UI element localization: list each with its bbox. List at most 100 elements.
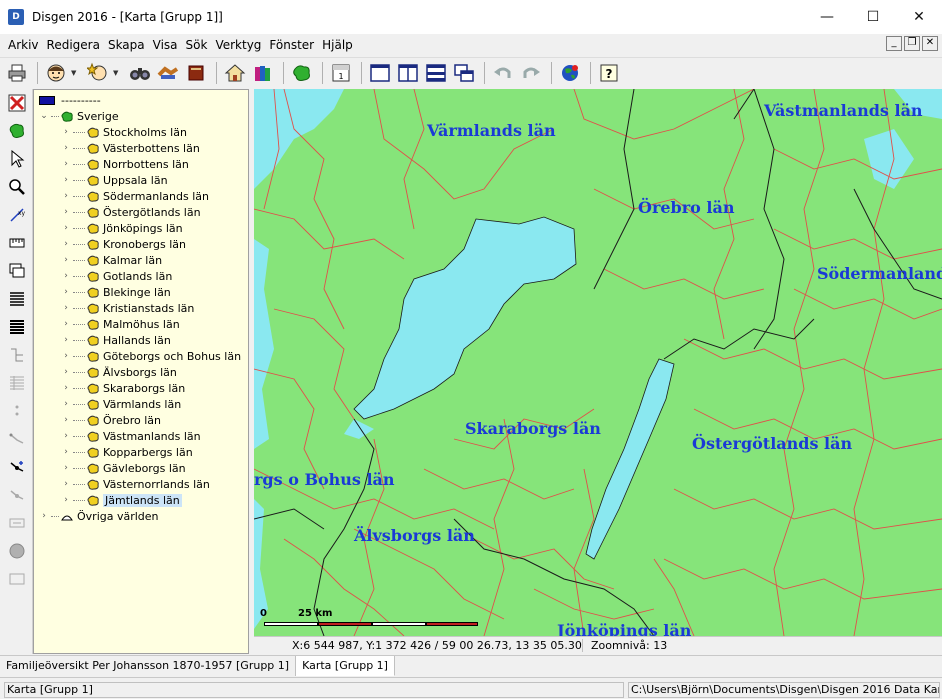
dots-icon[interactable] — [0, 397, 33, 425]
tree-item-lan[interactable]: › Älvsborgs län — [61, 364, 177, 380]
close-button[interactable]: ✕ — [896, 0, 942, 34]
mdi-restore-button[interactable]: ❐ — [904, 36, 920, 51]
tree-structure-icon[interactable] — [0, 341, 33, 369]
person-star-dropdown-icon[interactable]: ▼ — [113, 69, 123, 77]
expand-chevron-icon[interactable]: › — [61, 223, 71, 233]
zoom-icon[interactable] — [0, 173, 33, 201]
expand-chevron-icon[interactable]: › — [61, 191, 71, 201]
tree-item-lan[interactable]: › Jönköpings län — [61, 220, 182, 236]
books-icon[interactable] — [250, 60, 276, 86]
mdi-minimize-button[interactable]: _ — [886, 36, 902, 51]
split-horizontal-icon[interactable] — [423, 60, 449, 86]
expand-chevron-icon[interactable]: › — [61, 335, 71, 345]
tree-item-lan[interactable]: › Uppsala län — [61, 172, 167, 188]
single-window-icon[interactable] — [367, 60, 393, 86]
menu-visa[interactable]: Visa — [149, 38, 182, 52]
collapse-chevron-icon[interactable]: ⌄ — [39, 111, 49, 121]
disgen-app-icon[interactable]: D — [8, 9, 24, 25]
expand-chevron-icon[interactable]: › — [39, 511, 49, 521]
expand-chevron-icon[interactable]: › — [61, 175, 71, 185]
tree-item-lan[interactable]: › Skaraborgs län — [61, 380, 185, 396]
menu-skapa[interactable]: Skapa — [104, 38, 149, 52]
undo-icon[interactable] — [490, 60, 516, 86]
tree-item-lan[interactable]: › Norrbottens län — [61, 156, 189, 172]
tree-item-lan[interactable]: › Gävleborgs län — [61, 460, 185, 476]
help-icon[interactable]: ? — [596, 60, 622, 86]
circle-tool-icon[interactable] — [0, 537, 33, 565]
tree-item-lan[interactable]: › Hallands län — [61, 332, 171, 348]
person-dropdown-icon[interactable]: ▼ — [71, 69, 81, 77]
tree-root[interactable]: ---------- — [39, 94, 101, 107]
expand-chevron-icon[interactable]: › — [61, 351, 71, 361]
calendar-icon[interactable]: 1 — [328, 60, 354, 86]
close-map-icon[interactable] — [0, 89, 33, 117]
home-icon[interactable] — [222, 60, 248, 86]
print-icon[interactable] — [4, 60, 30, 86]
coordinate-icon[interactable]: xy — [0, 201, 33, 229]
expand-chevron-icon[interactable]: › — [61, 399, 71, 409]
menu-sok[interactable]: Sök — [182, 38, 212, 52]
connect-points-icon[interactable] — [0, 425, 33, 453]
expand-chevron-icon[interactable]: › — [61, 127, 71, 137]
map-icon[interactable] — [289, 60, 315, 86]
cascade-windows-icon[interactable] — [451, 60, 477, 86]
tree-item-lan[interactable]: › Blekinge län — [61, 284, 171, 300]
map-layer-icon[interactable] — [0, 117, 33, 145]
list-icon[interactable] — [0, 285, 33, 313]
tree-item-lan[interactable]: › Stockholms län — [61, 124, 187, 140]
expand-chevron-icon[interactable]: › — [61, 303, 71, 313]
tree-item-ovriga-varlden[interactable]: › Övriga världen — [39, 508, 158, 524]
mdi-close-button[interactable]: ✕ — [922, 36, 938, 51]
menu-verktyg[interactable]: Verktyg — [211, 38, 265, 52]
expand-chevron-icon[interactable]: › — [61, 415, 71, 425]
expand-chevron-icon[interactable]: › — [61, 159, 71, 169]
expand-chevron-icon[interactable]: › — [61, 479, 71, 489]
expand-chevron-icon[interactable]: › — [61, 495, 71, 505]
grid-list-icon[interactable] — [0, 369, 33, 397]
tab-familjeoversikt[interactable]: Familjeöversikt Per Johansson 1870-1957 … — [0, 656, 297, 676]
expand-chevron-icon[interactable]: › — [61, 367, 71, 377]
layers-icon[interactable] — [0, 257, 33, 285]
tree-item-lan[interactable]: › Göteborgs och Bohus län — [61, 348, 241, 364]
expand-chevron-icon[interactable]: › — [61, 207, 71, 217]
maximize-button[interactable]: ☐ — [850, 0, 896, 34]
tree-item-lan[interactable]: › Värmlands län — [61, 396, 181, 412]
ruler-icon[interactable] — [0, 229, 33, 257]
person-icon[interactable] — [43, 60, 69, 86]
person-star-icon[interactable] — [85, 60, 111, 86]
binoculars-icon[interactable] — [127, 60, 153, 86]
expand-chevron-icon[interactable]: › — [61, 431, 71, 441]
menu-arkiv[interactable]: Arkiv — [0, 38, 43, 52]
tree-item-lan[interactable]: › Örebro län — [61, 412, 161, 428]
tree-item-lan[interactable]: › Kronobergs län — [61, 236, 186, 252]
expand-chevron-icon[interactable]: › — [61, 143, 71, 153]
tree-item-lan[interactable]: › Östergötlands län — [61, 204, 200, 220]
expand-chevron-icon[interactable]: › — [61, 239, 71, 249]
measure-distance-icon[interactable] — [0, 509, 33, 537]
tree-item-lan[interactable]: › Västmanlands län — [61, 428, 200, 444]
redo-icon[interactable] — [518, 60, 544, 86]
tree-item-lan[interactable]: › Malmöhus län — [61, 316, 180, 332]
tree-item-lan[interactable]: › Västerbottens län — [61, 140, 200, 156]
tree-item-lan[interactable]: › Gotlands län — [61, 268, 172, 284]
tree-item-sverige[interactable]: ⌄ Sverige — [39, 108, 118, 124]
handshake-icon[interactable] — [155, 60, 181, 86]
menu-hjalp[interactable]: Hjälp — [318, 38, 357, 52]
map-view[interactable]: Värmlands län Västmanlands län Örebro lä… — [254, 89, 942, 636]
tree-item-lan[interactable]: › Kopparbergs län — [61, 444, 193, 460]
rectangle-tool-icon[interactable] — [0, 565, 33, 593]
tree-item-lan[interactable]: › Södermanlands län — [61, 188, 209, 204]
menu-fonster[interactable]: Fönster — [265, 38, 318, 52]
tree-item-lan[interactable]: › Västernorrlands län — [61, 476, 210, 492]
menu-redigera[interactable]: Redigera — [43, 38, 104, 52]
expand-chevron-icon[interactable]: › — [61, 383, 71, 393]
minimize-button[interactable]: — — [804, 0, 850, 34]
tree-item-lan[interactable]: › Jämtlands län — [61, 492, 182, 508]
tab-karta[interactable]: Karta [Grupp 1] — [296, 656, 395, 676]
tree-item-lan[interactable]: › Kalmar län — [61, 252, 162, 268]
expand-chevron-icon[interactable]: › — [61, 447, 71, 457]
expand-chevron-icon[interactable]: › — [61, 319, 71, 329]
book-icon[interactable] — [183, 60, 209, 86]
split-vertical-icon[interactable] — [395, 60, 421, 86]
globe-icon[interactable] — [557, 60, 583, 86]
